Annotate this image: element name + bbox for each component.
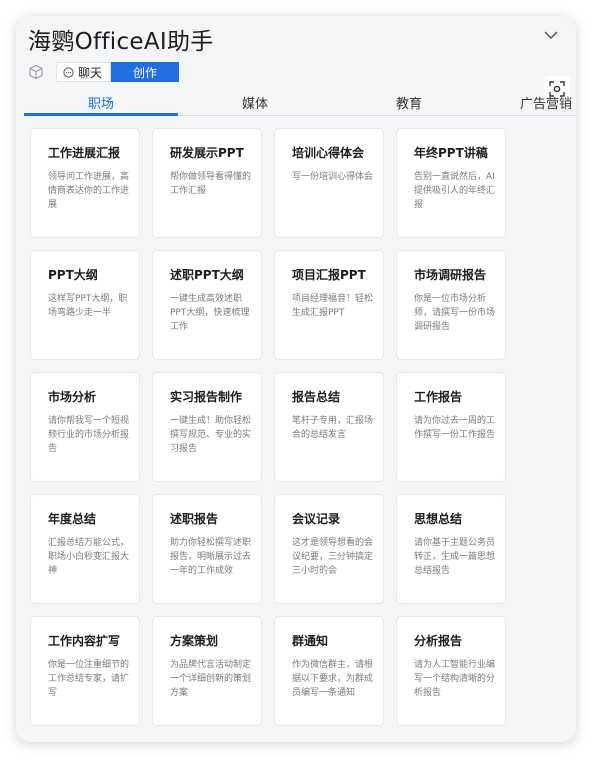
app-title: 海鹦OfficeAI助手 xyxy=(28,29,214,55)
card-title: 工作内容扩写 xyxy=(48,634,121,648)
template-card[interactable]: 工作内容扩写你是一位注重细节的工作总结专家，请扩写 xyxy=(30,616,140,726)
create-mode-button[interactable]: 创作 xyxy=(111,62,180,82)
card-description: 你是一位注重细节的工作总结专家，请扩写 xyxy=(48,660,130,698)
card-description: 领导问工作进展，高情商表达你的工作进展 xyxy=(48,172,130,210)
template-card[interactable]: 年度总结汇报总结万能公式，职场小白秒变汇报大神 xyxy=(30,494,140,604)
card-description: 一键生成！助你轻松撰写规范、专业的实习报告 xyxy=(170,416,252,454)
category-tabs: 职场 媒体 教育 广告营销 xyxy=(24,88,576,116)
template-card[interactable]: 市场调研报告你是一位市场分析师，请撰写一份市场调研报告 xyxy=(396,250,506,360)
card-description: 帮你做领导看得懂的工作汇报 xyxy=(170,172,252,196)
card-description: 为品牌代言活动制定一个详细创新的策划方案 xyxy=(170,660,252,698)
template-card[interactable]: 报告总结笔杆子专用，汇报场合的总结发言 xyxy=(274,372,384,482)
tab-advertising[interactable]: 广告营销 xyxy=(520,93,576,112)
card-title: PPT大纲 xyxy=(48,268,98,282)
template-grid: 工作进展汇报领导问工作进展，高情商表达你的工作进展 研发展示PPT 帮你做领导看得… xyxy=(30,128,506,726)
card-title: 培训心得体会 xyxy=(292,146,365,160)
template-card[interactable]: 市场分析请你帮我写一个短视频行业的市场分析报告 xyxy=(30,372,140,482)
template-card[interactable]: 分析报告请为人工智能行业编写一个结构清晰的分析报告 xyxy=(396,616,506,726)
card-description: 这才是领导想看的会议纪要，三分钟搞定三小时的会 xyxy=(292,538,374,576)
card-title: 年度总结 xyxy=(48,512,97,526)
card-description: 笔杆子专用，汇报场合的总结发言 xyxy=(292,416,374,440)
template-card[interactable]: 群通知作为微信群主，请根据以下要求，为群成员编写一条通知 xyxy=(274,616,384,726)
template-card[interactable]: 研发展示PPT 帮你做领导看得懂的工作汇报 xyxy=(152,128,262,238)
template-card[interactable]: 述职PPT大纲一键生成高效述职PPT大纲，快速梳理工作 xyxy=(152,250,262,360)
card-title: 工作报告 xyxy=(414,390,463,404)
card-title: 述职报告 xyxy=(170,512,219,526)
card-title: 会议记录 xyxy=(292,512,341,526)
card-description: 项目经理福音！轻松生成汇报PPT xyxy=(292,294,374,318)
chat-bubble-icon xyxy=(63,66,74,78)
template-card[interactable]: PPT大纲这样写PPT大纲，职场弯路少走一半 xyxy=(30,250,140,360)
card-title: 方案策划 xyxy=(170,634,219,648)
card-title: 研发展示PPT xyxy=(170,146,244,160)
card-title: 报告总结 xyxy=(292,390,341,404)
chevron-down-icon[interactable] xyxy=(542,26,560,44)
card-description: 汇报总结万能公式，职场小白秒变汇报大神 xyxy=(48,538,130,576)
card-description: 你是一位市场分析师，请撰写一份市场调研报告 xyxy=(414,294,496,332)
card-description: 这样写PPT大纲，职场弯路少走一半 xyxy=(48,294,128,318)
card-description: 写一份培训心得体会 xyxy=(292,172,374,182)
card-title: 群通知 xyxy=(292,634,329,648)
template-card[interactable]: 年终PPT讲稿告别一直说然后，AI提供吸引人的年终汇报 xyxy=(396,128,506,238)
card-description: 请为人工智能行业编写一个结构清晰的分析报告 xyxy=(414,660,496,698)
template-card[interactable]: 实习报告制作一键生成！助你轻松撰写规范、专业的实习报告 xyxy=(152,372,262,482)
tab-media[interactable]: 媒体 xyxy=(178,93,332,112)
card-description: 一键生成高效述职PPT大纲，快速梳理工作 xyxy=(170,294,250,332)
template-card[interactable]: 工作报告请为你过去一周的工作撰写一份工作报告 xyxy=(396,372,506,482)
chat-mode-button[interactable]: 聊天 xyxy=(56,62,112,82)
card-title: 项目汇报PPT xyxy=(292,268,366,282)
card-title: 分析报告 xyxy=(414,634,463,648)
cube-icon[interactable] xyxy=(28,64,44,80)
tab-education[interactable]: 教育 xyxy=(332,93,486,112)
card-title: 工作进展汇报 xyxy=(48,146,121,160)
card-title: 市场调研报告 xyxy=(414,268,487,282)
chat-mode-label: 聊天 xyxy=(78,65,103,80)
assistant-panel: 海鹦OfficeAI助手 聊天 创作 职场 媒体 教育 广告营销 工作进展汇报 … xyxy=(16,16,576,742)
template-card[interactable]: 工作进展汇报领导问工作进展，高情商表达你的工作进展 xyxy=(30,128,140,238)
template-card[interactable]: 项目汇报PPT 项目经理福音！轻松生成汇报PPT xyxy=(274,250,384,360)
tab-workplace[interactable]: 职场 xyxy=(24,93,178,112)
template-card[interactable]: 思想总结请你基于主题公务员转正，生成一篇思想总结报告 xyxy=(396,494,506,604)
active-tab-indicator xyxy=(24,113,178,116)
card-title: 思想总结 xyxy=(414,512,463,526)
card-description: 助力你轻松撰写述职报告，明晰展示过去一年的工作成效 xyxy=(170,538,252,576)
template-card[interactable]: 述职报告助力你轻松撰写述职报告，明晰展示过去一年的工作成效 xyxy=(152,494,262,604)
card-description: 告别一直说然后，AI提供吸引人的年终汇报 xyxy=(414,172,496,210)
card-title: 年终PPT讲稿 xyxy=(414,146,488,160)
template-card[interactable]: 培训心得体会写一份培训心得体会 xyxy=(274,128,384,238)
card-description: 请你基于主题公务员转正，生成一篇思想总结报告 xyxy=(414,538,496,576)
template-card[interactable]: 会议记录这才是领导想看的会议纪要，三分钟搞定三小时的会 xyxy=(274,494,384,604)
template-card[interactable]: 方案策划为品牌代言活动制定一个详细创新的策划方案 xyxy=(152,616,262,726)
card-description: 作为微信群主，请根据以下要求，为群成员编写一条通知 xyxy=(292,660,374,698)
card-description: 请为你过去一周的工作撰写一份工作报告 xyxy=(414,416,496,440)
card-title: 市场分析 xyxy=(48,390,97,404)
card-description: 请你帮我写一个短视频行业的市场分析报告 xyxy=(48,416,130,454)
mode-switch: 聊天 创作 xyxy=(28,62,180,82)
card-title: 述职PPT大纲 xyxy=(170,268,244,282)
card-title: 实习报告制作 xyxy=(170,390,243,404)
